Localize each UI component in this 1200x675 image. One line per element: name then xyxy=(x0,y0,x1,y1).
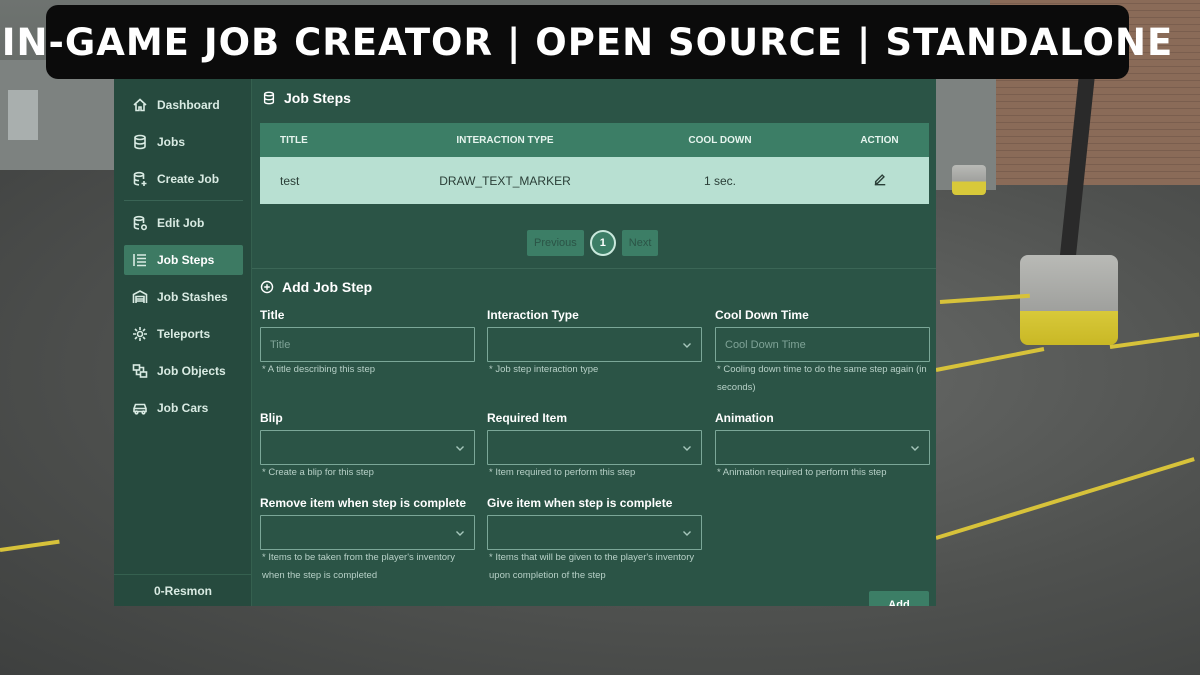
sidebar-item-edit-job[interactable]: Edit Job xyxy=(124,208,243,238)
remove-item-label: Remove item when step is complete xyxy=(260,496,467,510)
cell-action xyxy=(830,172,929,189)
sidebar-item-label: Dashboard xyxy=(157,98,220,112)
column-header-title: Title xyxy=(280,134,308,146)
job-steps-heading: Job Steps xyxy=(262,90,351,106)
sidebar-item-dashboard[interactable]: Dashboard xyxy=(124,90,243,120)
cool-down-label: Cool Down Time xyxy=(715,308,809,322)
sidebar-item-label: Job Cars xyxy=(157,401,209,415)
teleport-icon xyxy=(132,326,148,342)
sidebar: Dashboard Jobs Create Job Edit Job Job S… xyxy=(114,78,252,606)
chevron-down-icon xyxy=(455,443,465,453)
column-header-cool-down: Cool Down xyxy=(688,134,752,146)
add-job-step-heading: Add Job Step xyxy=(260,279,372,295)
blip-select[interactable] xyxy=(260,430,475,465)
sidebar-divider xyxy=(124,200,243,201)
sidebar-item-label: Job Steps xyxy=(157,253,215,267)
database-plus-icon xyxy=(132,171,148,187)
sidebar-item-label: Jobs xyxy=(157,135,186,149)
list-icon xyxy=(132,252,148,268)
chevron-down-icon xyxy=(682,443,692,453)
interaction-type-label: Interaction Type xyxy=(487,308,579,322)
chevron-down-icon xyxy=(682,528,692,538)
sidebar-item-job-objects[interactable]: Job Objects xyxy=(124,356,243,386)
objects-icon xyxy=(132,363,148,379)
cool-down-hint: * Cooling down time to do the same step … xyxy=(717,364,927,393)
animation-hint: * Animation required to perform this ste… xyxy=(717,467,887,478)
title-banner: IN-GAME JOB CREATOR | OPEN SOURCE | STAN… xyxy=(2,5,1172,79)
blip-label: Blip xyxy=(260,411,283,425)
previous-page-button[interactable]: Previous xyxy=(527,230,584,256)
sidebar-item-label: Teleports xyxy=(157,327,211,341)
page-1-button[interactable]: 1 xyxy=(589,230,616,256)
cool-down-placeholder: Cool Down Time xyxy=(725,338,806,351)
plus-circle-icon xyxy=(260,280,274,294)
sidebar-item-create-job[interactable]: Create Job xyxy=(124,164,243,194)
sidebar-item-teleports[interactable]: Teleports xyxy=(124,319,243,349)
chevron-down-icon xyxy=(910,443,920,453)
cell-cool-down: 1 sec. xyxy=(703,173,736,188)
required-item-select[interactable] xyxy=(487,430,702,465)
table-row: test DRAW_TEXT_MARKER 1 sec. xyxy=(260,157,929,204)
title-placeholder: Title xyxy=(270,338,291,351)
database-icon xyxy=(132,134,148,150)
sidebar-item-label: Edit Job xyxy=(157,216,205,230)
sidebar-item-job-steps[interactable]: Job Steps xyxy=(124,245,243,275)
sidebar-item-job-stashes[interactable]: Job Stashes xyxy=(124,282,243,312)
animation-select[interactable] xyxy=(715,430,930,465)
section-title: Job Steps xyxy=(284,90,351,106)
give-item-label: Give item when step is complete xyxy=(487,496,673,510)
section-divider xyxy=(252,268,936,269)
title-label: Title xyxy=(260,308,285,322)
section-title: Add Job Step xyxy=(282,279,373,295)
warehouse-icon xyxy=(132,289,148,305)
required-item-label: Required Item xyxy=(487,411,568,425)
sidebar-item-label: Create Job xyxy=(157,172,220,186)
interaction-type-hint: * Job step interaction type xyxy=(489,364,599,375)
concrete-bollard-far xyxy=(952,165,986,195)
home-icon xyxy=(132,97,148,113)
cool-down-input[interactable]: Cool Down Time xyxy=(715,327,930,362)
blip-hint: * Create a blip for this step xyxy=(262,467,374,478)
table-header: Title Interaction Type Cool Down Action xyxy=(260,123,929,157)
title-hint: * A title describing this step xyxy=(262,364,376,375)
next-page-button[interactable]: Next xyxy=(621,230,659,256)
cell-interaction-type: DRAW_TEXT_MARKER xyxy=(439,173,571,188)
banner-title: IN-GAME JOB CREATOR | OPEN SOURCE | STAN… xyxy=(1,20,1174,64)
title-input[interactable]: Title xyxy=(260,327,475,362)
interaction-type-select[interactable] xyxy=(487,327,702,362)
column-header-action: Action xyxy=(860,134,899,146)
chevron-down-icon xyxy=(682,340,692,350)
give-item-hint: * Items that will be given to the player… xyxy=(489,552,695,581)
resmon-label: 0-Resmon xyxy=(114,574,252,606)
job-steps-table: Title Interaction Type Cool Down Action … xyxy=(260,123,929,204)
job-creator-app: Dashboard Jobs Create Job Edit Job Job S… xyxy=(114,78,936,606)
sidebar-item-jobs[interactable]: Jobs xyxy=(124,127,243,157)
chevron-down-icon xyxy=(455,528,465,538)
main-content: Job Steps Title Interaction Type Cool Do… xyxy=(252,78,936,606)
sidebar-item-label: Job Stashes xyxy=(157,290,228,304)
database-gear-icon xyxy=(132,215,148,231)
required-item-hint: * Item required to perform this step xyxy=(489,467,636,478)
sidebar-item-job-cars[interactable]: Job Cars xyxy=(124,393,243,423)
car-icon xyxy=(132,400,148,416)
add-button[interactable]: Add xyxy=(869,591,929,606)
give-item-select[interactable] xyxy=(487,515,702,550)
concrete-bollard xyxy=(1020,255,1118,345)
edit-icon[interactable] xyxy=(873,174,887,189)
sidebar-item-label: Job Objects xyxy=(157,364,226,378)
column-header-interaction-type: Interaction Type xyxy=(456,134,554,146)
database-icon xyxy=(263,91,275,105)
cell-title: test xyxy=(280,173,300,188)
animation-label: Animation xyxy=(715,411,774,425)
remove-item-hint: * Items to be taken from the player's in… xyxy=(262,552,455,581)
building-window xyxy=(8,90,38,140)
pagination: Previous 1 Next xyxy=(527,230,659,256)
remove-item-select[interactable] xyxy=(260,515,475,550)
